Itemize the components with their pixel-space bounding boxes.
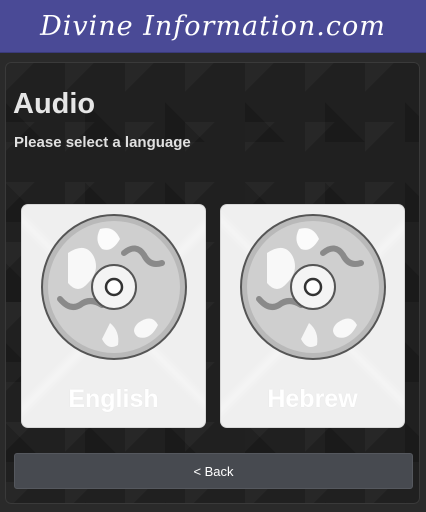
back-button[interactable]: < Back [14,453,413,489]
page-subtitle: Please select a language [14,134,191,151]
cd-disc-icon [240,214,386,360]
language-label-english: English [68,385,159,413]
page-title: Audio [13,88,96,120]
site-logo[interactable]: Divine Information.com [0,0,426,52]
language-label-hebrew: Hebrew [267,385,358,413]
language-card-hebrew[interactable]: Hebrew [221,205,404,427]
cd-disc-icon [41,214,187,360]
language-card-english[interactable]: English [22,205,205,427]
top-bar: Divine Information.com [0,0,426,53]
main-panel: Audio Please select a language English H… [5,62,420,504]
